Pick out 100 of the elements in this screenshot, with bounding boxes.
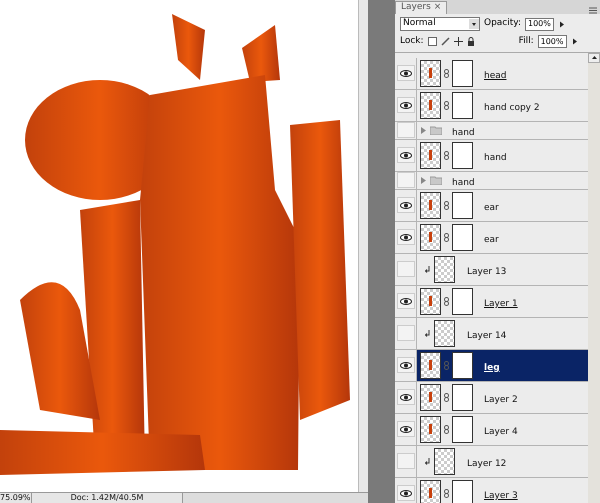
mask-thumbnail: [452, 480, 473, 503]
eye-icon: [400, 490, 412, 496]
visibility-toggle[interactable]: [396, 197, 414, 213]
layer-thumbnail: [420, 352, 441, 378]
mask-thumbnail: [452, 416, 473, 442]
expand-triangle-icon[interactable]: [421, 126, 426, 134]
scroll-up-arrow-icon[interactable]: [592, 56, 596, 59]
doc-size: Doc: 1.42M/40.5M: [70, 493, 144, 503]
mask-thumbnail: [452, 288, 473, 314]
mask-thumbnail: [452, 352, 473, 378]
eye-icon: [400, 70, 412, 76]
visibility-toggle[interactable]: [396, 357, 414, 373]
layer-thumbnail: [434, 320, 455, 346]
visibility-toggle[interactable]: [396, 261, 414, 277]
move-icon[interactable]: [454, 37, 463, 46]
layer-thumbnail: [420, 142, 441, 168]
visibility-toggle[interactable]: [396, 122, 414, 138]
clip-arrow-icon: [425, 330, 430, 336]
mask-thumbnail: [452, 142, 473, 168]
layer-thumbnail: [420, 60, 441, 86]
folder-icon: [430, 126, 442, 134]
layer-thumbnail: [420, 416, 441, 442]
brush-icon[interactable]: [440, 37, 450, 46]
lock-icon[interactable]: [466, 37, 475, 46]
clip-arrow-icon: [425, 458, 430, 464]
layer-name: Layer 1: [484, 299, 518, 309]
layer-name: ear: [484, 203, 499, 213]
layer-name: Layer 4: [484, 427, 518, 437]
layer-row[interactable]: leg: [417, 350, 588, 380]
layers-tab[interactable]: Layers ×: [395, 1, 448, 14]
mask-thumbnail: [452, 92, 473, 118]
horizontal-scrollbar[interactable]: [182, 493, 368, 503]
eye-icon: [400, 152, 412, 158]
panel-menu-icon[interactable]: [589, 7, 597, 14]
folder-icon: [430, 176, 442, 184]
layer-name: hand: [484, 153, 507, 163]
layer-thumbnail: [434, 448, 455, 474]
fill-label: Fill:: [518, 35, 534, 48]
layer-name: hand: [452, 178, 475, 188]
clip-arrow-icon: [425, 266, 430, 272]
chain-icon: [444, 424, 449, 434]
layers-scrollbar[interactable]: [588, 52, 600, 503]
blend-mode-value: Normal: [403, 17, 436, 30]
eye-icon: [400, 394, 412, 400]
chain-icon: [444, 200, 449, 210]
expand-triangle-icon[interactable]: [421, 176, 426, 184]
chain-icon: [444, 488, 449, 498]
layer-thumbnail: [420, 288, 441, 314]
layer-name: ear: [484, 235, 499, 245]
chain-icon: [444, 150, 449, 160]
layer-thumbnail: [420, 92, 441, 118]
visibility-toggle[interactable]: [396, 389, 414, 405]
layer-name: leg: [484, 363, 500, 373]
fill-field[interactable]: 100%: [538, 35, 566, 48]
eye-icon: [400, 298, 412, 304]
visibility-toggle[interactable]: [396, 421, 414, 437]
eye-icon: [400, 202, 412, 208]
visibility-toggle[interactable]: [396, 485, 414, 501]
visibility-toggle[interactable]: [396, 147, 414, 163]
mask-thumbnail: [452, 224, 473, 250]
dropdown-caret-icon: [469, 19, 479, 29]
tab-close-button[interactable]: ×: [434, 1, 442, 15]
layer-name: Layer 12: [467, 459, 506, 469]
visibility-toggle[interactable]: [396, 453, 414, 469]
layer-name: Layer 13: [467, 267, 506, 277]
layer-name: Layer 2: [484, 395, 518, 405]
layer-thumbnail: [420, 192, 441, 218]
layer-thumbnail: [420, 480, 441, 503]
chain-icon: [444, 68, 449, 78]
mask-thumbnail: [452, 60, 473, 86]
opacity-field[interactable]: 100%: [525, 18, 554, 30]
chain-icon: [444, 232, 449, 242]
vertical-scrollbar[interactable]: [358, 0, 368, 492]
visibility-toggle[interactable]: [396, 172, 414, 188]
opacity-label: Opacity:: [484, 17, 521, 30]
layer-thumbnail: [434, 256, 455, 282]
layer-name: Layer 3: [484, 491, 518, 501]
layer-name: hand copy 2: [484, 103, 540, 113]
layer-thumbnail: [420, 384, 441, 410]
blend-mode-dropdown[interactable]: Normal: [400, 17, 480, 31]
visibility-toggle[interactable]: [396, 97, 414, 113]
tab-label: Layers: [401, 1, 431, 14]
chain-icon: [444, 392, 449, 402]
mask-thumbnail: [452, 192, 473, 218]
lock-transparency-icon[interactable]: [428, 37, 437, 46]
lock-label: Lock:: [400, 35, 424, 48]
chain-icon: [444, 100, 449, 110]
visibility-toggle[interactable]: [396, 65, 414, 81]
layer-name: head: [484, 71, 506, 81]
visibility-toggle[interactable]: [396, 229, 414, 245]
visibility-toggle[interactable]: [396, 293, 414, 309]
zoom-level: 75.09%: [0, 493, 32, 503]
eye-icon: [400, 426, 412, 432]
eye-icon: [400, 234, 412, 240]
chain-icon: [444, 296, 449, 306]
mask-thumbnail: [452, 384, 473, 410]
layer-thumbnail: [420, 224, 441, 250]
layer-name: Layer 14: [467, 331, 506, 341]
visibility-toggle[interactable]: [396, 325, 414, 341]
eye-icon: [400, 102, 412, 108]
